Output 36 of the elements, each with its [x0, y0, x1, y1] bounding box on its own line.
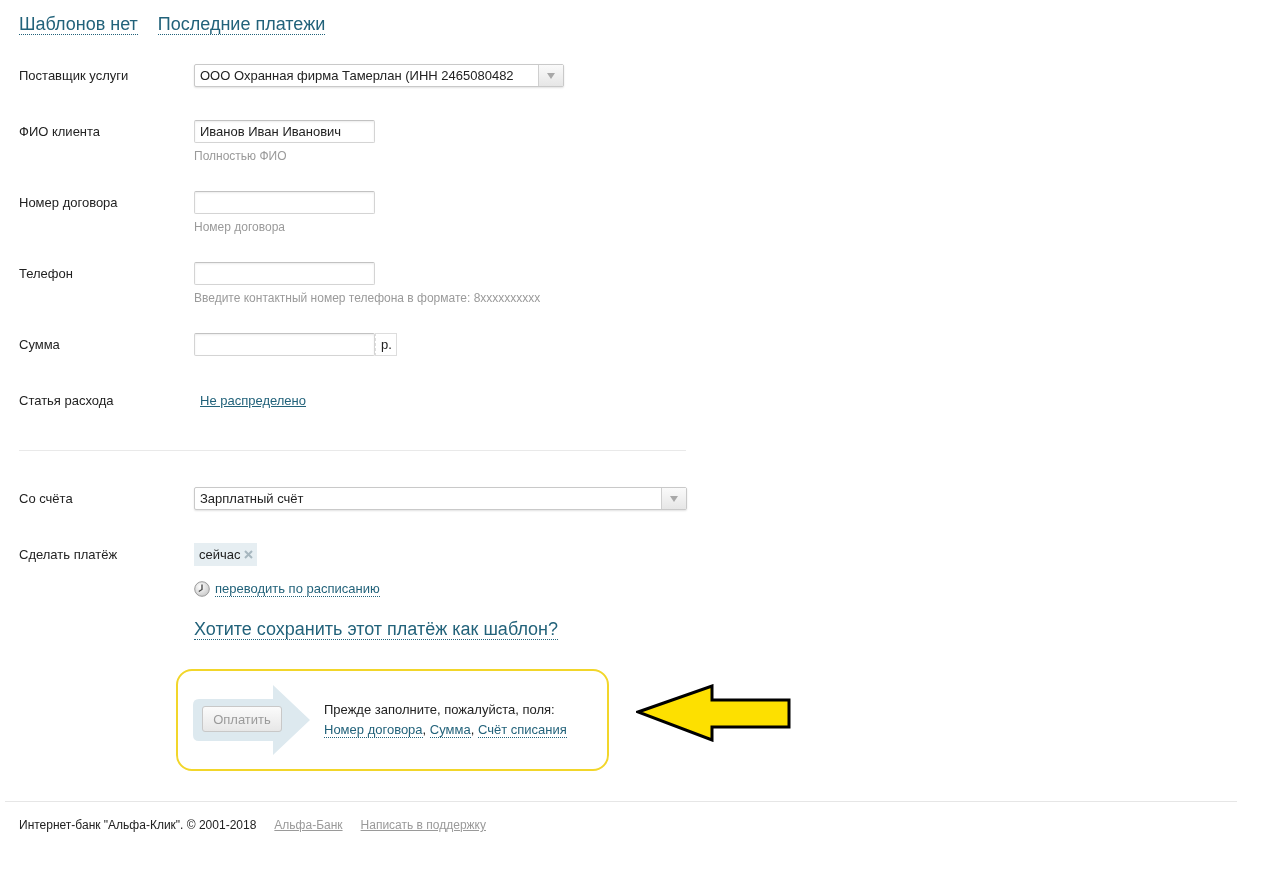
close-icon[interactable] [243, 550, 253, 559]
field-hint: Введите контактный номер телефона в формате: 8xxxxxxxxxx [194, 291, 541, 305]
text-field[interactable] [194, 262, 375, 285]
field-label: Статья расхода [19, 392, 115, 410]
amount-field[interactable] [194, 333, 375, 356]
field-label: Номер договора [19, 194, 119, 212]
required-fields-message: Прежде заполните, пожалуйста, поля: Номер договора, Сумма, Счёт списания [324, 701, 567, 740]
required-field-link[interactable]: Сумма [429, 722, 471, 738]
currency-label: р. [375, 333, 397, 356]
chip-label: сейчас [199, 547, 241, 562]
field-label: Сумма [19, 336, 61, 354]
field-label: Со счёта [19, 490, 74, 508]
dropdown-button[interactable] [661, 488, 686, 509]
select-field[interactable]: Зарплатный счёт [194, 487, 687, 510]
field-label: Сделать платёж [19, 546, 119, 564]
field-hint: Номер договора [194, 220, 285, 234]
field-label: ФИО клиента [19, 123, 102, 141]
field-label: Телефон [19, 265, 74, 283]
category-link[interactable]: Не распределено [200, 389, 306, 412]
caret-icon [547, 72, 555, 79]
clock-icon [194, 581, 210, 597]
text-field[interactable]: Иванов Иван Иванович [194, 120, 375, 143]
required-field-link[interactable]: Счёт списания [477, 722, 567, 738]
save-template-link[interactable]: Хотите сохранить этот платёж как шаблон? [194, 619, 559, 640]
schedule-link[interactable]: переводить по расписанию [215, 581, 380, 597]
pointer-arrow-icon [636, 684, 791, 742]
select-field[interactable]: ООО Охранная фирма Тамерлан (ИНН 2465080482 [194, 64, 564, 87]
header-link[interactable]: Последние платежи [157, 14, 326, 35]
text-field[interactable] [194, 191, 375, 214]
field-label: Поставщик услуги [19, 67, 130, 85]
field-hint: Полностью ФИО [194, 149, 287, 163]
caret-icon [670, 495, 678, 502]
copyright-text: Интернет-банк "Альфа-Клик". © 2001-2018 [19, 817, 257, 833]
dropdown-button[interactable] [538, 65, 563, 86]
required-field-link[interactable]: Номер договора [324, 722, 423, 738]
header-link[interactable]: Шаблонов нет [19, 14, 138, 35]
